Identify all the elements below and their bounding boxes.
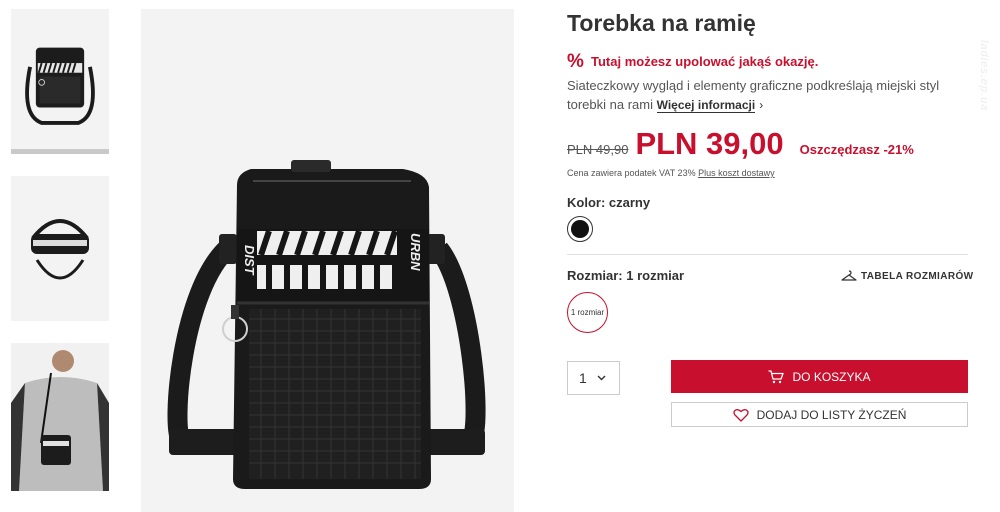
bag-print-left: DIST: [242, 245, 257, 276]
quantity-value: 1: [579, 370, 587, 386]
divider: [567, 254, 968, 255]
savings-badge: Oszczędzasz -21%: [799, 142, 914, 157]
size-option-one-size[interactable]: 1 rozmiar: [567, 292, 608, 333]
bag-front-thumb-image: [25, 47, 95, 125]
thumbnail-side[interactable]: [11, 176, 109, 321]
color-label: Kolor: czarny: [567, 195, 651, 210]
add-to-cart-label: DO KOSZYKA: [792, 369, 871, 384]
wishlist-label: DODAJ DO LISTY ŻYCZEŃ: [756, 407, 907, 422]
tax-note: Cena zawiera podatek VAT 23% Plus koszt …: [567, 168, 775, 178]
percent-icon: %: [567, 51, 584, 72]
add-to-wishlist-button[interactable]: DODAJ DO LISTY ŻYCZEŃ: [671, 402, 968, 427]
size-label: Rozmiar: 1 rozmiar: [567, 268, 685, 283]
current-price: PLN 39,00: [635, 126, 784, 161]
model-thumb-image: [11, 343, 109, 491]
bag-main-image: DIST URBN: [167, 160, 486, 489]
bag-print-right: URBN: [408, 233, 423, 271]
color-swatch-black[interactable]: [567, 216, 593, 242]
add-to-cart-button[interactable]: DO KOSZYKA: [671, 360, 968, 393]
product-description: Siateczkowy wygląd i elementy graficzne …: [567, 76, 967, 115]
size-chart-link[interactable]: TABELA ROZMIARÓW: [841, 270, 974, 282]
price-row: PLN 49,90 PLN 39,00 Oszczędzasz -21%: [567, 126, 914, 162]
chevron-down-icon: [597, 375, 606, 381]
promo-banner: % Tutaj możesz upolować jakąś okazję.: [567, 52, 818, 71]
watermark: ladies.ep.ua: [978, 40, 990, 112]
cart-icon: [768, 369, 785, 383]
hanger-icon: [841, 270, 857, 281]
size-chart-label: TABELA ROZMIARÓW: [861, 270, 974, 282]
heart-icon: [732, 408, 749, 422]
product-title: Torebka na ramię: [567, 10, 756, 36]
tax-note-text: Cena zawiera podatek VAT 23%: [567, 168, 696, 178]
bag-side-thumb-image: [31, 219, 89, 280]
quantity-select[interactable]: 1: [567, 361, 620, 395]
more-info-link[interactable]: Więcej informacji: [656, 98, 756, 113]
chevron-right-icon: ›: [759, 98, 764, 112]
thumbnail-model[interactable]: [11, 343, 109, 491]
shipping-cost-link[interactable]: Plus koszt dostawy: [698, 168, 775, 178]
main-product-image[interactable]: DIST URBN: [141, 9, 514, 512]
thumbnail-front[interactable]: [11, 9, 109, 154]
old-price: PLN 49,90: [567, 142, 629, 157]
swatch-fill: [571, 220, 589, 238]
promo-text: Tutaj możesz upolować jakąś okazję.: [591, 54, 819, 69]
